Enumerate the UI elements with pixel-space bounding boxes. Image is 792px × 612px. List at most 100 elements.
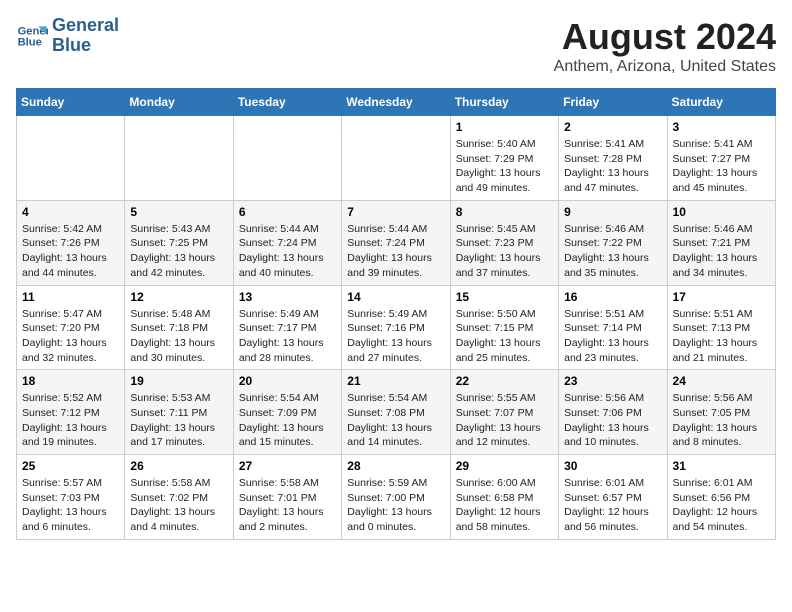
day-number: 2 [564,120,661,134]
cell-info: Sunrise: 5:44 AM Sunset: 7:24 PM Dayligh… [239,222,336,281]
title-area: August 2024 Anthem, Arizona, United Stat… [554,16,776,76]
cell-info: Sunrise: 5:53 AM Sunset: 7:11 PM Dayligh… [130,391,227,450]
calendar-cell: 15Sunrise: 5:50 AM Sunset: 7:15 PM Dayli… [450,285,558,370]
calendar-cell: 6 Sunrise: 5:44 AM Sunset: 7:24 PM Daylig… [233,200,341,285]
day-number: 19 [130,374,227,388]
calendar-cell: 21Sunrise: 5:54 AM Sunset: 7:08 PM Dayli… [342,370,450,455]
calendar-cell: 25 Sunrise: 5:57 AM Sunset: 7:03 PM Dayli… [17,455,125,540]
calendar-week-4: 18Sunrise: 5:52 AM Sunset: 7:12 PM Dayli… [17,370,776,455]
cell-info: Sunrise: 5:57 AM Sunset: 7:03 PM Dayligh… [22,476,119,535]
header-cell-saturday: Saturday [667,89,775,116]
logo-text-line1: General [52,16,119,36]
calendar-cell: 4 Sunrise: 5:42 AM Sunset: 7:26 PM Daylig… [17,200,125,285]
day-number: 29 [456,459,553,473]
cell-info: Sunrise: 5:52 AM Sunset: 7:12 PM Dayligh… [22,391,119,450]
calendar-cell [233,116,341,201]
calendar-table: SundayMondayTuesdayWednesdayThursdayFrid… [16,88,776,540]
day-number: 6 [239,205,336,219]
cell-info: Sunrise: 5:54 AM Sunset: 7:09 PM Dayligh… [239,391,336,450]
calendar-cell: 13 Sunrise: 5:49 AM Sunset: 7:17 PM Dayli… [233,285,341,370]
calendar-cell: 26Sunrise: 5:58 AM Sunset: 7:02 PM Dayli… [125,455,233,540]
logo: General Blue General Blue [16,16,119,56]
calendar-header: SundayMondayTuesdayWednesdayThursdayFrid… [17,89,776,116]
day-number: 13 [239,290,336,304]
cell-info: Sunrise: 5:56 AM Sunset: 7:05 PM Dayligh… [673,391,770,450]
calendar-cell: 24 Sunrise: 5:56 AM Sunset: 7:05 PM Dayli… [667,370,775,455]
calendar-cell [125,116,233,201]
header-cell-monday: Monday [125,89,233,116]
day-number: 8 [456,205,553,219]
cell-info: Sunrise: 5:42 AM Sunset: 7:26 PM Dayligh… [22,222,119,281]
cell-info: Sunrise: 5:51 AM Sunset: 7:14 PM Dayligh… [564,307,661,366]
day-number: 28 [347,459,444,473]
calendar-cell: 31 Sunrise: 6:01 AM Sunset: 6:56 PM Dayli… [667,455,775,540]
page-subtitle: Anthem, Arizona, United States [554,58,776,76]
calendar-cell: 29 Sunrise: 6:00 AM Sunset: 6:58 PM Dayli… [450,455,558,540]
cell-info: Sunrise: 5:59 AM Sunset: 7:00 PM Dayligh… [347,476,444,535]
cell-info: Sunrise: 5:46 AM Sunset: 7:21 PM Dayligh… [673,222,770,281]
cell-info: Sunrise: 5:55 AM Sunset: 7:07 PM Dayligh… [456,391,553,450]
calendar-cell: 12 Sunrise: 5:48 AM Sunset: 7:18 PM Dayli… [125,285,233,370]
cell-info: Sunrise: 5:41 AM Sunset: 7:27 PM Dayligh… [673,137,770,196]
header-cell-wednesday: Wednesday [342,89,450,116]
calendar-cell: 17Sunrise: 5:51 AM Sunset: 7:13 PM Dayli… [667,285,775,370]
page-title: August 2024 [554,16,776,58]
calendar-cell: 1 Sunrise: 5:40 AM Sunset: 7:29 PM Daylig… [450,116,558,201]
cell-info: Sunrise: 5:43 AM Sunset: 7:25 PM Dayligh… [130,222,227,281]
logo-icon: General Blue [16,20,48,52]
svg-text:Blue: Blue [18,36,42,48]
day-number: 20 [239,374,336,388]
header-cell-sunday: Sunday [17,89,125,116]
calendar-cell: 20 Sunrise: 5:54 AM Sunset: 7:09 PM Dayli… [233,370,341,455]
calendar-cell: 28 Sunrise: 5:59 AM Sunset: 7:00 PM Dayli… [342,455,450,540]
day-number: 14 [347,290,444,304]
day-number: 22 [456,374,553,388]
day-number: 5 [130,205,227,219]
day-number: 25 [22,459,119,473]
cell-info: Sunrise: 5:49 AM Sunset: 7:16 PM Dayligh… [347,307,444,366]
cell-info: Sunrise: 5:54 AM Sunset: 7:08 PM Dayligh… [347,391,444,450]
calendar-cell: 9Sunrise: 5:46 AM Sunset: 7:22 PM Daylig… [559,200,667,285]
day-number: 24 [673,374,770,388]
day-number: 15 [456,290,553,304]
cell-info: Sunrise: 5:56 AM Sunset: 7:06 PM Dayligh… [564,391,661,450]
calendar-body: 1 Sunrise: 5:40 AM Sunset: 7:29 PM Daylig… [17,116,776,540]
calendar-cell: 8 Sunrise: 5:45 AM Sunset: 7:23 PM Daylig… [450,200,558,285]
logo-text-line2: Blue [52,36,119,56]
calendar-cell: 19 Sunrise: 5:53 AM Sunset: 7:11 PM Dayli… [125,370,233,455]
cell-info: Sunrise: 5:45 AM Sunset: 7:23 PM Dayligh… [456,222,553,281]
day-number: 4 [22,205,119,219]
day-number: 16 [564,290,661,304]
day-number: 11 [22,290,119,304]
day-number: 12 [130,290,227,304]
calendar-cell: 7Sunrise: 5:44 AM Sunset: 7:24 PM Daylig… [342,200,450,285]
day-number: 23 [564,374,661,388]
header-cell-tuesday: Tuesday [233,89,341,116]
day-number: 9 [564,205,661,219]
calendar-cell: 2 Sunrise: 5:41 AM Sunset: 7:28 PM Daylig… [559,116,667,201]
cell-info: Sunrise: 5:58 AM Sunset: 7:01 PM Dayligh… [239,476,336,535]
day-number: 1 [456,120,553,134]
day-number: 10 [673,205,770,219]
cell-info: Sunrise: 5:47 AM Sunset: 7:20 PM Dayligh… [22,307,119,366]
cell-info: Sunrise: 6:00 AM Sunset: 6:58 PM Dayligh… [456,476,553,535]
calendar-week-1: 1 Sunrise: 5:40 AM Sunset: 7:29 PM Daylig… [17,116,776,201]
cell-info: Sunrise: 5:48 AM Sunset: 7:18 PM Dayligh… [130,307,227,366]
cell-info: Sunrise: 5:40 AM Sunset: 7:29 PM Dayligh… [456,137,553,196]
cell-info: Sunrise: 6:01 AM Sunset: 6:56 PM Dayligh… [673,476,770,535]
day-number: 3 [673,120,770,134]
cell-info: Sunrise: 5:41 AM Sunset: 7:28 PM Dayligh… [564,137,661,196]
calendar-cell: 23 Sunrise: 5:56 AM Sunset: 7:06 PM Dayli… [559,370,667,455]
header-cell-thursday: Thursday [450,89,558,116]
cell-info: Sunrise: 5:44 AM Sunset: 7:24 PM Dayligh… [347,222,444,281]
cell-info: Sunrise: 5:49 AM Sunset: 7:17 PM Dayligh… [239,307,336,366]
cell-info: Sunrise: 5:51 AM Sunset: 7:13 PM Dayligh… [673,307,770,366]
cell-info: Sunrise: 6:01 AM Sunset: 6:57 PM Dayligh… [564,476,661,535]
day-number: 30 [564,459,661,473]
calendar-cell: 11 Sunrise: 5:47 AM Sunset: 7:20 PM Dayli… [17,285,125,370]
day-number: 27 [239,459,336,473]
calendar-week-5: 25 Sunrise: 5:57 AM Sunset: 7:03 PM Dayli… [17,455,776,540]
cell-info: Sunrise: 5:58 AM Sunset: 7:02 PM Dayligh… [130,476,227,535]
calendar-week-2: 4 Sunrise: 5:42 AM Sunset: 7:26 PM Daylig… [17,200,776,285]
day-number: 31 [673,459,770,473]
